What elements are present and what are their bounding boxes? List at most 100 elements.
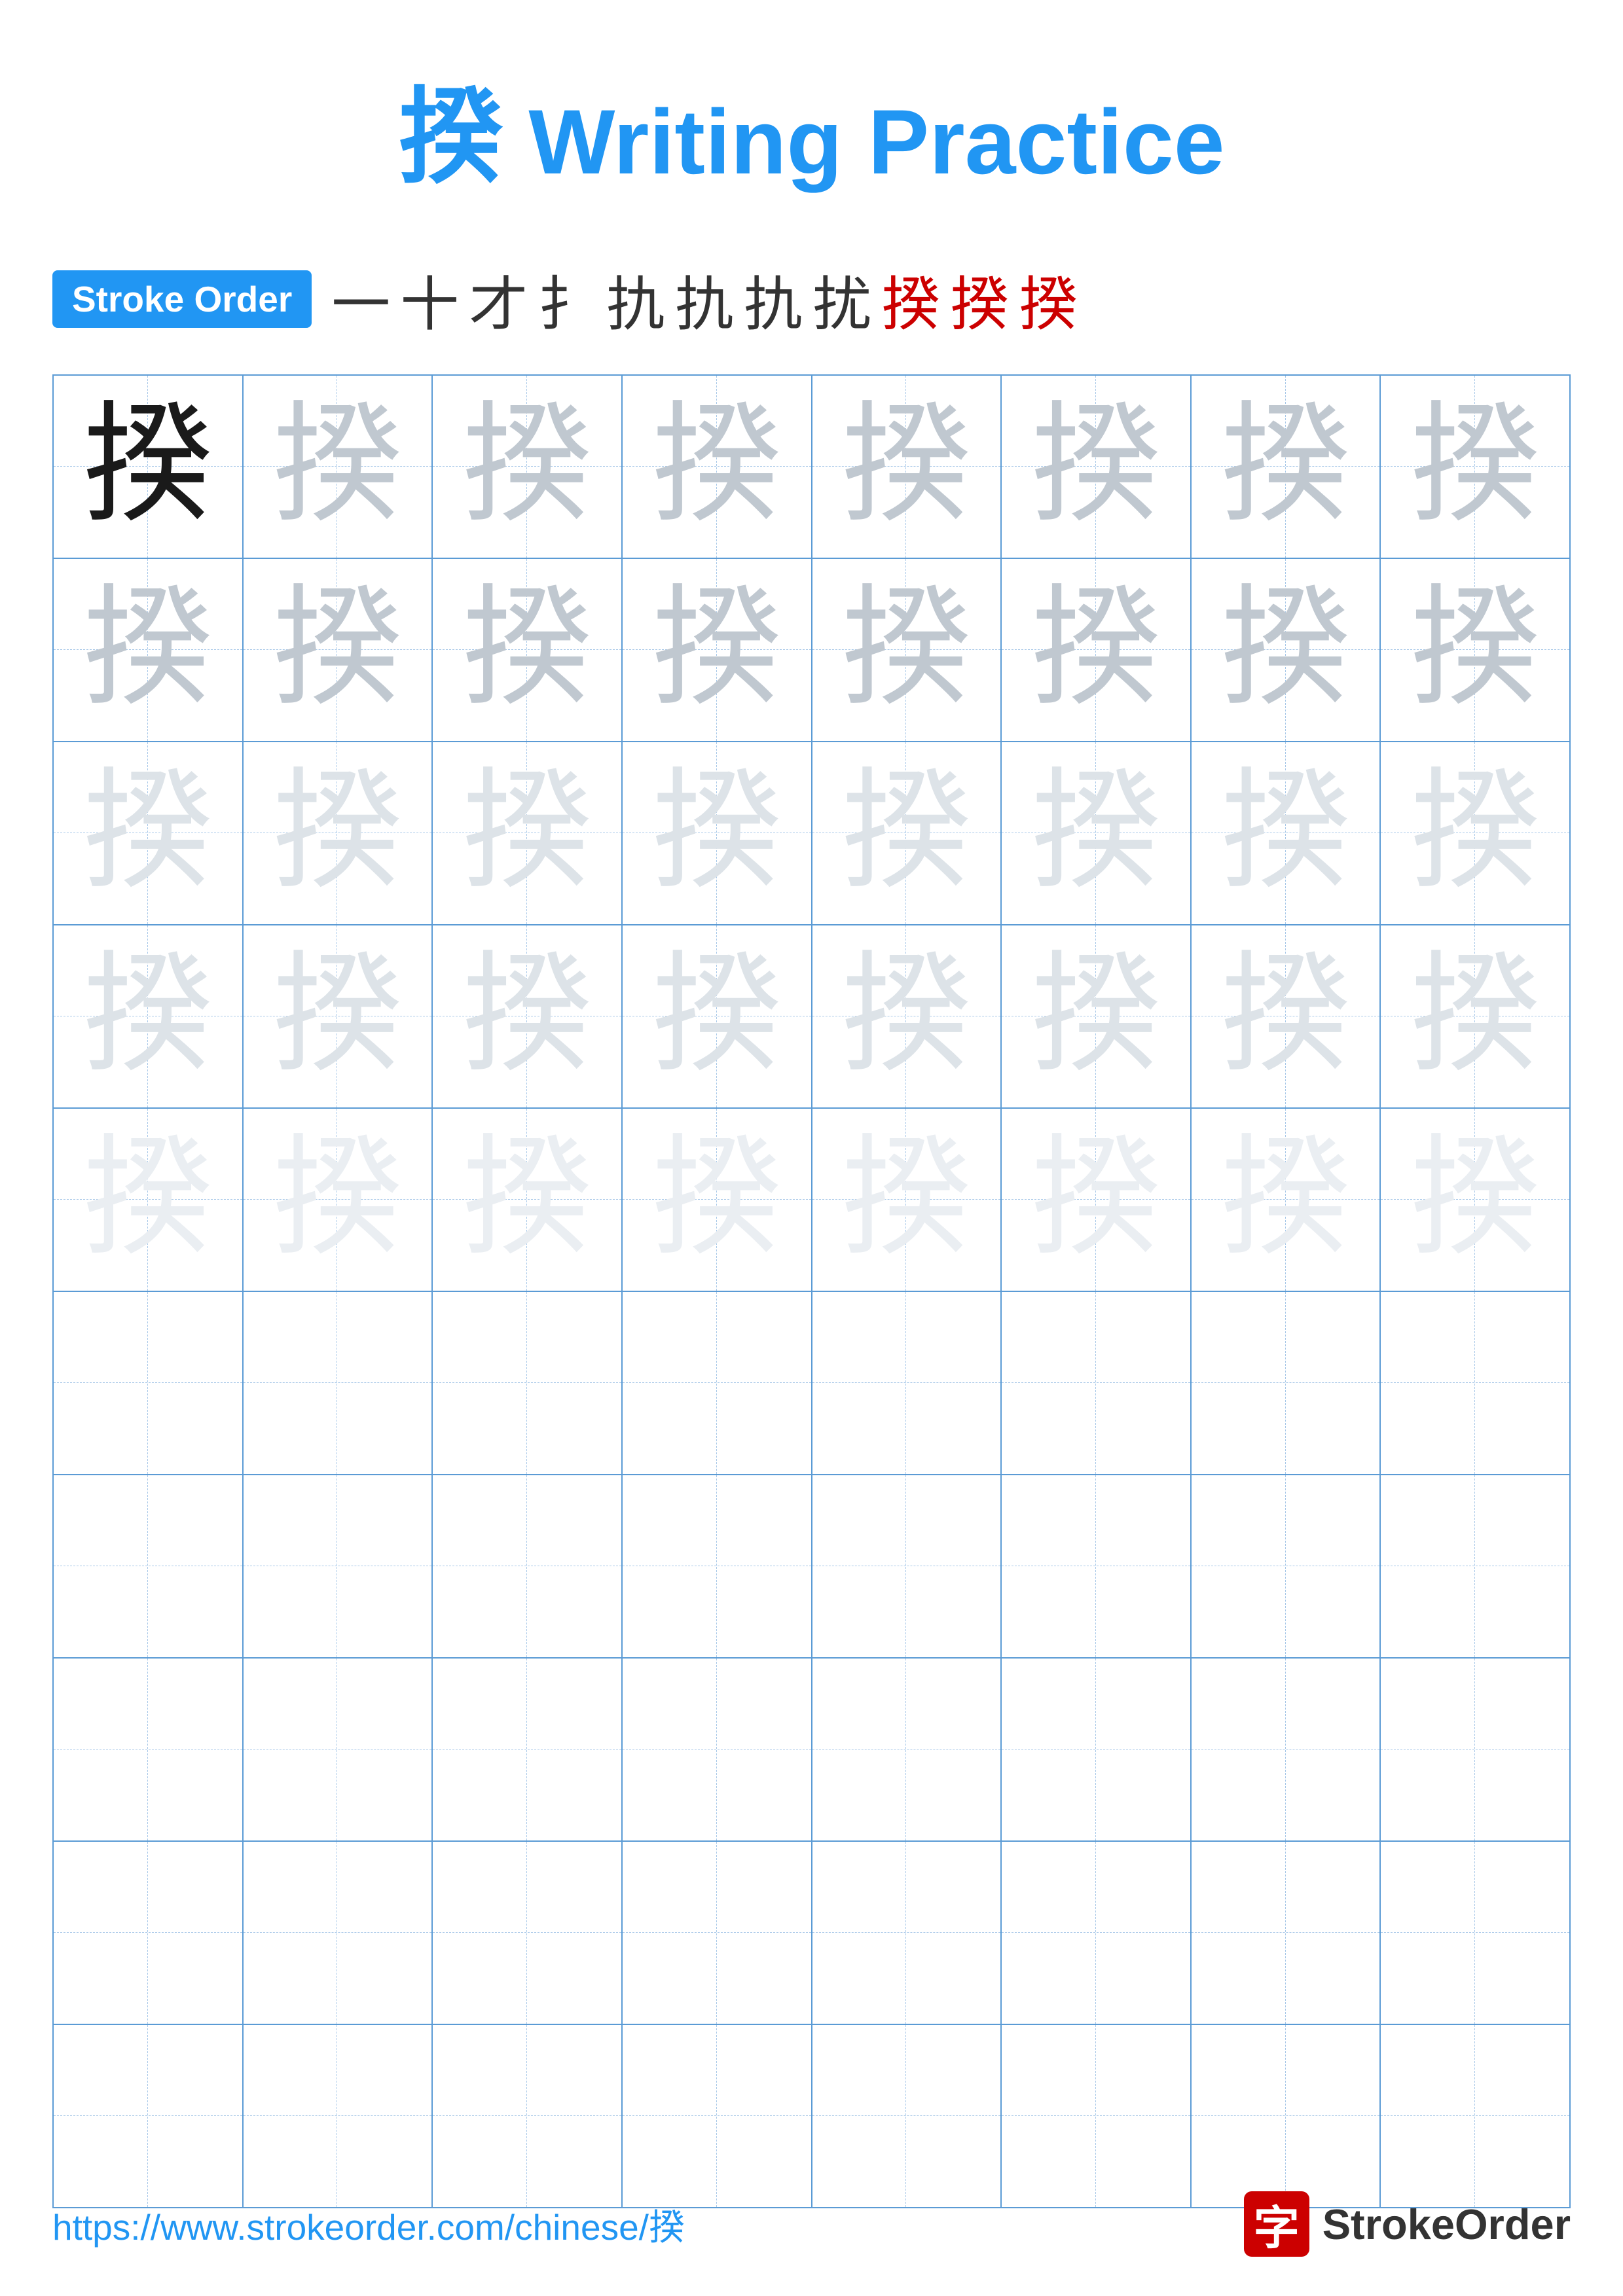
stroke-9: 揆 — [881, 257, 940, 342]
grid-cell — [1191, 1658, 1381, 1841]
grid-row-9 — [53, 1841, 1570, 2024]
practice-char: 揆 — [841, 1127, 972, 1272]
grid-cell — [622, 1841, 812, 2024]
strokeorder-logo-icon: 字 — [1244, 2191, 1309, 2257]
grid-row-2: 揆 揆 揆 揆 揆 揆 揆 揆 — [53, 558, 1570, 742]
practice-char: 揆 — [841, 577, 972, 722]
practice-char: 揆 — [82, 761, 213, 905]
stroke-1: 一 — [331, 257, 390, 342]
practice-char: 揆 — [272, 1127, 403, 1272]
practice-char: 揆 — [272, 944, 403, 1088]
grid-cell: 揆 — [1001, 742, 1191, 925]
grid-cell — [622, 1475, 812, 1658]
grid-cell — [1380, 2024, 1570, 2208]
grid-cell: 揆 — [1001, 375, 1191, 558]
grid-cell: 揆 — [243, 375, 433, 558]
grid-cell: 揆 — [1191, 1108, 1381, 1291]
grid-row-4: 揆 揆 揆 揆 揆 揆 揆 揆 — [53, 925, 1570, 1108]
grid-cell: 揆 — [812, 375, 1002, 558]
practice-char: 揆 — [1410, 577, 1541, 722]
practice-char: 揆 — [1410, 394, 1541, 539]
practice-char: 揆 — [462, 394, 593, 539]
stroke-11: 揆 — [1019, 257, 1078, 342]
grid-cell — [812, 1658, 1002, 1841]
grid-cell — [432, 1291, 622, 1475]
title-english-text: Writing Practice — [503, 90, 1224, 193]
practice-char: 揆 — [1410, 944, 1541, 1088]
practice-grid: 揆 揆 揆 揆 揆 揆 揆 揆 揆 揆 揆 揆 揆 揆 揆 揆 揆 揆 揆 揆 … — [52, 374, 1571, 2208]
practice-grid-container: 揆 揆 揆 揆 揆 揆 揆 揆 揆 揆 揆 揆 揆 揆 揆 揆 揆 揆 揆 揆 … — [0, 368, 1623, 2215]
grid-cell: 揆 — [1001, 925, 1191, 1108]
practice-char: 揆 — [651, 761, 782, 905]
grid-cell: 揆 — [53, 925, 243, 1108]
grid-cell: 揆 — [1191, 742, 1381, 925]
grid-cell — [53, 1475, 243, 1658]
grid-cell: 揆 — [1001, 1108, 1191, 1291]
grid-cell — [53, 1291, 243, 1475]
grid-cell — [1380, 1291, 1570, 1475]
page-title-section: 揆 Writing Practice — [0, 0, 1623, 243]
grid-cell: 揆 — [622, 375, 812, 558]
practice-char: 揆 — [841, 944, 972, 1088]
stroke-2: 十 — [400, 257, 459, 342]
grid-cell — [622, 1291, 812, 1475]
practice-char: 揆 — [462, 944, 593, 1088]
grid-cell: 揆 — [53, 742, 243, 925]
practice-char: 揆 — [272, 577, 403, 722]
grid-cell — [1191, 1475, 1381, 1658]
grid-cell: 揆 — [622, 742, 812, 925]
grid-cell — [53, 1658, 243, 1841]
grid-cell: 揆 — [1191, 925, 1381, 1108]
practice-char: 揆 — [651, 944, 782, 1088]
grid-cell: 揆 — [1380, 1108, 1570, 1291]
grid-cell: 揆 — [1380, 925, 1570, 1108]
practice-char: 揆 — [462, 577, 593, 722]
grid-cell: 揆 — [432, 925, 622, 1108]
practice-char: 揆 — [272, 394, 403, 539]
practice-char: 揆 — [1030, 577, 1161, 722]
grid-row-8 — [53, 1658, 1570, 1841]
grid-cell: 揆 — [812, 925, 1002, 1108]
footer: https://www.strokeorder.com/chinese/揆 字 … — [0, 2191, 1623, 2257]
grid-cell — [1001, 1841, 1191, 2024]
practice-char: 揆 — [1410, 761, 1541, 905]
grid-cell: 揆 — [812, 558, 1002, 742]
grid-cell: 揆 — [432, 742, 622, 925]
grid-cell — [1001, 1658, 1191, 1841]
footer-url[interactable]: https://www.strokeorder.com/chinese/揆 — [52, 2198, 685, 2250]
grid-cell — [1001, 1475, 1191, 1658]
grid-cell — [812, 1291, 1002, 1475]
stroke-10: 揆 — [950, 257, 1009, 342]
grid-cell: 揆 — [432, 375, 622, 558]
practice-char: 揆 — [1220, 394, 1351, 539]
stroke-order-row: Stroke Order 一 十 才 扌 扏 扏 扏 扰 揆 揆 揆 — [0, 243, 1623, 368]
stroke-8: 扰 — [812, 257, 871, 342]
grid-cell — [432, 2024, 622, 2208]
footer-logo-text: StrokeOrder — [1322, 2200, 1571, 2249]
grid-cell — [812, 1475, 1002, 1658]
grid-cell — [1001, 1291, 1191, 1475]
grid-cell: 揆 — [812, 742, 1002, 925]
grid-row-6 — [53, 1291, 1570, 1475]
grid-cell — [53, 2024, 243, 2208]
grid-cell: 揆 — [53, 1108, 243, 1291]
practice-char: 揆 — [841, 394, 972, 539]
grid-row-7 — [53, 1475, 1570, 1658]
grid-cell: 揆 — [243, 742, 433, 925]
grid-cell — [622, 2024, 812, 2208]
stroke-5: 扏 — [606, 257, 665, 342]
grid-cell: 揆 — [432, 1108, 622, 1291]
grid-cell: 揆 — [243, 925, 433, 1108]
grid-cell — [432, 1475, 622, 1658]
grid-cell — [812, 1841, 1002, 2024]
grid-cell — [1380, 1658, 1570, 1841]
grid-cell: 揆 — [1191, 375, 1381, 558]
grid-cell — [812, 2024, 1002, 2208]
grid-cell — [432, 1658, 622, 1841]
practice-char: 揆 — [841, 761, 972, 905]
practice-char: 揆 — [82, 1127, 213, 1272]
stroke-6: 扏 — [675, 257, 734, 342]
grid-cell — [243, 1291, 433, 1475]
practice-char: 揆 — [1220, 577, 1351, 722]
grid-cell — [243, 2024, 433, 2208]
